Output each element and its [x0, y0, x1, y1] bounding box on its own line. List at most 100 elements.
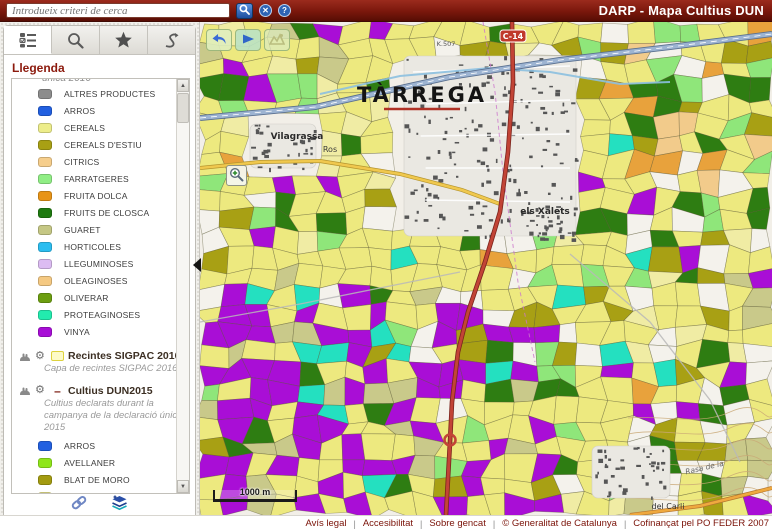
legend-label: OLIVERAR — [64, 293, 109, 303]
add-layer-button[interactable] — [110, 495, 129, 515]
tab-legend[interactable] — [4, 26, 52, 54]
close-button[interactable]: ✕ — [259, 4, 272, 17]
legend-label: CITRICS — [64, 157, 99, 167]
sidebar-collapse-arrow[interactable] — [193, 258, 201, 272]
layer-title-sigpac[interactable]: Recintes SIGPAC 2016 — [68, 350, 176, 362]
sidebar-footer — [4, 495, 195, 515]
map-label: K.507 — [437, 40, 456, 48]
legend-label: HORTICOLES — [64, 242, 121, 252]
legend-swatch — [38, 475, 52, 485]
sidebar-tabs — [4, 26, 195, 55]
layer-pan-icon[interactable] — [18, 385, 31, 396]
layer-settings-icon[interactable]: ⚙ — [35, 385, 47, 396]
footer-links-bar: Avís legal|Accesibilitat|Sobre gencat|© … — [0, 515, 772, 531]
tab-search[interactable] — [52, 26, 100, 54]
tab-favorites[interactable] — [100, 26, 148, 54]
app-title: DARP - Mapa Cultius DUN — [599, 3, 766, 18]
legend-item: CEREALS — [38, 489, 176, 494]
legend-swatch — [38, 293, 52, 303]
legend-item: ALTRES PRODUCTES — [38, 86, 176, 102]
legend-label: CEREALS D'ESTIU — [64, 140, 142, 150]
footer-link[interactable]: Cofinançat pel PO FEDER 2007 — [633, 518, 769, 529]
map-label: Vilagrassa — [271, 132, 324, 142]
legend-item: CEREALS D'ESTIU — [38, 137, 176, 153]
legend-swatch — [38, 140, 52, 150]
sidebar-panel: Llegenda única 2016 ALTRES PRODUCTESARRO… — [3, 25, 196, 515]
legend-item: BLAT DE MORO — [38, 472, 176, 488]
footer-link[interactable]: Avís legal — [305, 518, 346, 529]
magnifier-icon — [67, 32, 84, 49]
search-input[interactable] — [6, 3, 230, 18]
star-icon — [114, 31, 133, 49]
legend-label: CEREALS — [64, 123, 105, 133]
forward-arrow-icon — [241, 33, 256, 48]
map-label: Ros — [323, 145, 337, 154]
legend-box: única 2016 ALTRES PRODUCTESARROSCEREALSC… — [11, 78, 190, 494]
legend-swatch — [38, 208, 52, 218]
legend-item: OLIVERAR — [38, 290, 176, 306]
scroll-up-button[interactable]: ▲ — [177, 79, 189, 92]
legend-item: CITRICS — [38, 154, 176, 170]
search-button[interactable] — [236, 3, 253, 19]
previous-extent-button[interactable] — [206, 29, 232, 51]
legend-swatch — [38, 174, 52, 184]
legend-label: PROTEAGINOSES — [64, 310, 140, 320]
search-icon — [239, 3, 250, 18]
footer-link[interactable]: © Generalitat de Catalunya — [502, 518, 617, 529]
legend-label: VINYA — [64, 327, 90, 337]
sigpac-swatch — [51, 351, 64, 361]
tab-route[interactable] — [148, 26, 195, 54]
legend-item: CEREALS — [38, 120, 176, 136]
scroll-down-button[interactable]: ▼ — [177, 480, 189, 493]
legend-label: FRUITA DOLCA — [64, 191, 128, 201]
legend-scroll-area[interactable]: única 2016 ALTRES PRODUCTESARROSCEREALSC… — [12, 79, 176, 493]
legend-scrollbar[interactable]: ▲ ▼ — [176, 79, 189, 493]
legend-label: ALTRES PRODUCTES — [64, 89, 155, 99]
route-icon — [163, 32, 181, 49]
app-header: ✕ ? DARP - Mapa Cultius DUN — [0, 0, 772, 22]
legend-swatch — [38, 310, 52, 320]
basemap-canvas[interactable]: TÀRREGAVilagrassaRosels XaletsK.507del C… — [200, 22, 772, 515]
legend-item: ARROS — [38, 438, 176, 454]
map-nav-toolbar — [206, 29, 290, 51]
map-viewport[interactable]: TÀRREGAVilagrassaRosels XaletsK.507del C… — [200, 22, 772, 515]
footer-separator: | — [420, 519, 422, 529]
layers-plus-icon — [110, 498, 129, 515]
map-scalebar: 1000 m — [213, 490, 297, 502]
legend-label: ARROS — [64, 106, 95, 116]
legend-label: BLAT DE MORO — [64, 475, 130, 485]
footer-link[interactable]: Accesibilitat — [363, 518, 413, 529]
next-extent-button[interactable] — [235, 29, 261, 51]
legend-item: FRUITA DOLCA — [38, 188, 176, 204]
footer-link[interactable]: Sobre gencat — [429, 518, 486, 529]
close-icon: ✕ — [262, 7, 269, 15]
layer-row-sigpac[interactable]: ⚙ Recintes SIGPAC 2016 — [18, 350, 176, 362]
scroll-thumb[interactable] — [177, 93, 189, 123]
app-window: ✕ ? DARP - Mapa Cultius DUN — [0, 0, 772, 531]
legend-label: GUARET — [64, 225, 101, 235]
help-button[interactable]: ? — [278, 4, 291, 17]
legend-swatch — [38, 458, 52, 468]
layer-pan-icon[interactable] — [18, 351, 31, 362]
map-label: TÀRREGA — [357, 82, 487, 107]
legend-item: FARRATGERES — [38, 171, 176, 187]
legend-label: CEREALS — [64, 492, 105, 494]
footer-separator: | — [624, 519, 626, 529]
legend-item: ARROS — [38, 103, 176, 119]
share-link-button[interactable] — [71, 495, 88, 515]
legend-swatch — [38, 327, 52, 337]
zoom-full-extent-button[interactable] — [264, 29, 290, 51]
link-icon — [71, 497, 88, 514]
layer-title-dun2015[interactable]: Cultius DUN2015 — [68, 385, 153, 397]
map-label: del Carli — [652, 502, 685, 511]
legend-swatch — [38, 89, 52, 99]
legend-list-dun2015: ARROSAVELLANER BLAT DE MORO CEREALS — [16, 438, 176, 494]
layer-row-dun2015[interactable]: ⚙ – Cultius DUN2015 — [18, 385, 176, 397]
legend-item: OLEAGINOSES — [38, 273, 176, 289]
legend-item: AVELLANER — [38, 455, 176, 471]
layer-settings-icon[interactable]: ⚙ — [35, 351, 47, 362]
legend-list-dun2016: ALTRES PRODUCTES ARROS CEREALS CEREALS D'ES… — [16, 86, 176, 340]
legend-swatch — [38, 492, 52, 494]
legend-label: LLEGUMINOSES — [64, 259, 133, 269]
zoom-in-tool-button[interactable] — [226, 165, 247, 186]
